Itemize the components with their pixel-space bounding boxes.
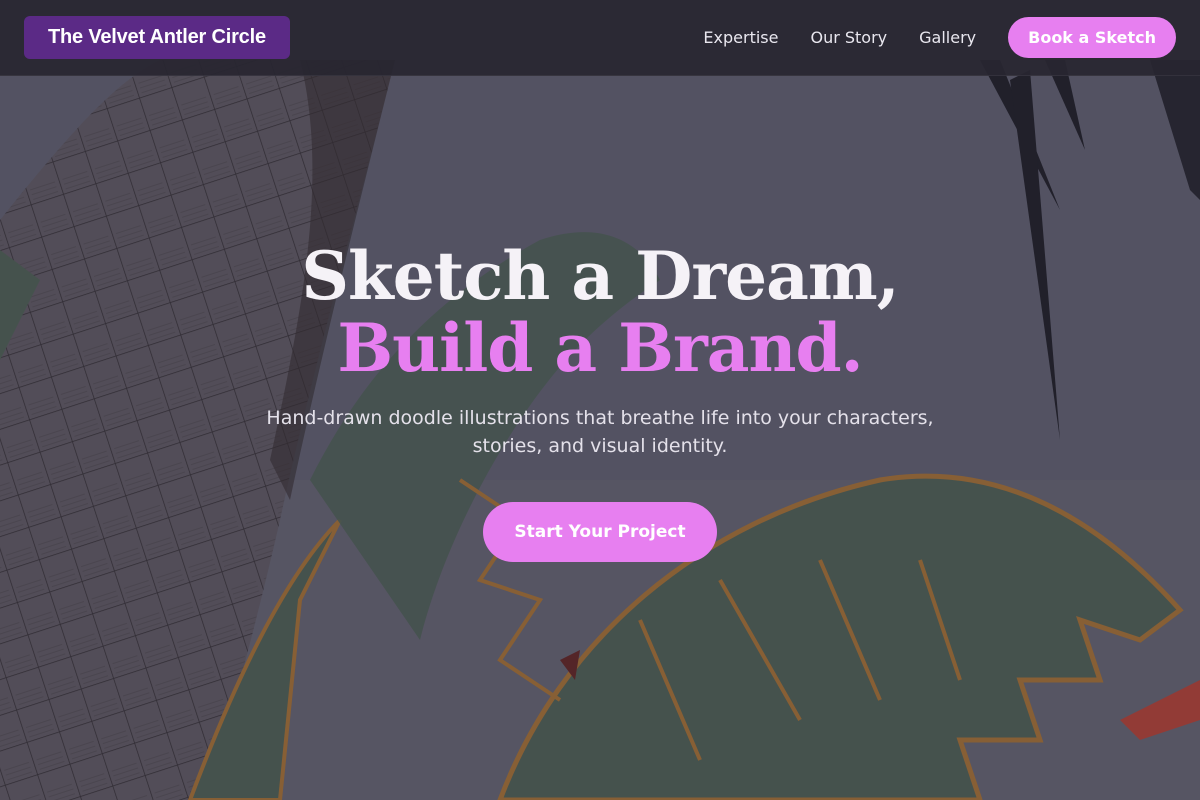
brand-logo[interactable]: The Velvet Antler Circle [24, 16, 290, 59]
book-a-sketch-button[interactable]: Book a Sketch [1008, 17, 1176, 58]
hero-subtitle: Hand-drawn doodle illustrations that bre… [266, 407, 934, 457]
hero-headline-line1: Sketch a Dream, [301, 237, 899, 315]
start-your-project-button[interactable]: Start Your Project [483, 502, 717, 562]
nav-link-expertise[interactable]: Expertise [703, 28, 778, 47]
hero-section: Sketch a Dream, Build a Brand. Hand-draw… [0, 76, 1200, 800]
top-navigation: The Velvet Antler Circle Expertise Our S… [0, 0, 1200, 76]
nav-link-our-story[interactable]: Our Story [810, 28, 887, 47]
nav-menu: Expertise Our Story Gallery Book a Sketc… [703, 17, 1176, 58]
nav-link-gallery[interactable]: Gallery [919, 28, 976, 47]
hero-headline-line2: Build a Brand. [337, 309, 863, 387]
